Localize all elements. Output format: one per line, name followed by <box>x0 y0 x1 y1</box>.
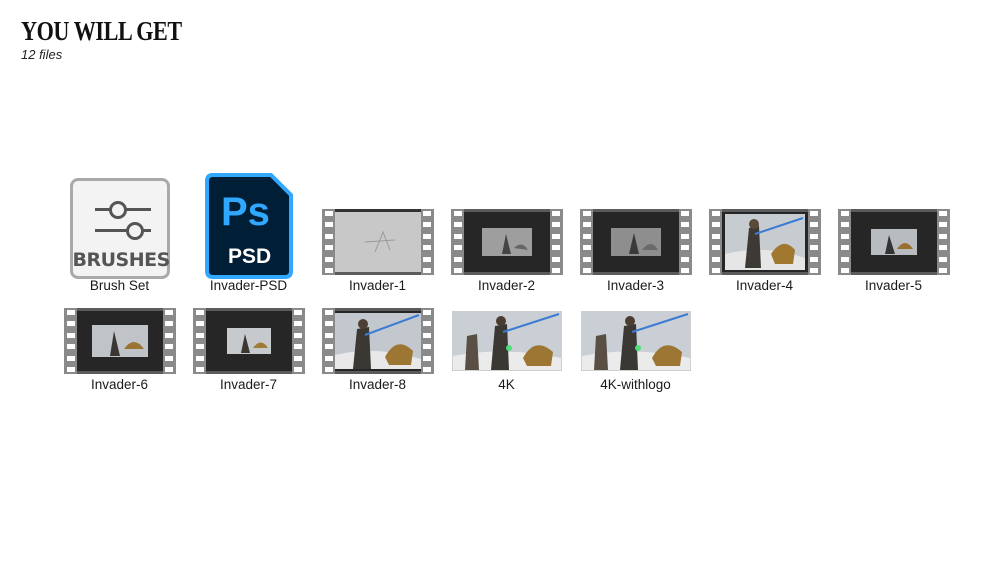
image-file-icon <box>581 312 690 370</box>
photoshop-file-icon: Ps PSD <box>204 173 293 279</box>
file-brush-set[interactable]: BRUSHES Brush Set <box>55 178 184 295</box>
page-subtitle: 12 files <box>21 47 63 62</box>
psd-text: PSD <box>228 245 271 268</box>
video-file-icon <box>321 209 434 275</box>
video-file-icon <box>192 308 305 374</box>
file-invader-7[interactable]: Invader-7 <box>184 298 313 394</box>
file-4k[interactable]: 4K <box>442 298 571 394</box>
file-invader-5[interactable]: Invader-5 <box>829 199 958 295</box>
file-label: Invader-2 <box>477 278 536 293</box>
photoshop-logo-text: Ps <box>221 190 270 234</box>
brush-icon-text: BRUSHES <box>72 249 171 271</box>
file-label: Invader-4 <box>735 278 794 293</box>
file-label: Invader-3 <box>606 278 665 293</box>
file-invader-4[interactable]: Invader-4 <box>700 199 829 295</box>
file-label: Invader-7 <box>219 377 278 392</box>
file-invader-1[interactable]: Invader-1 <box>313 199 442 295</box>
video-file-icon <box>450 209 563 275</box>
file-label: Invader-5 <box>864 278 923 293</box>
page-title: YOU WILL GET <box>21 16 182 46</box>
file-4k-withlogo[interactable]: 4K-withlogo <box>571 298 700 394</box>
file-label: Invader-6 <box>90 377 149 392</box>
file-invader-6[interactable]: Invader-6 <box>55 298 184 394</box>
file-invader-8[interactable]: Invader-8 <box>313 298 442 394</box>
file-label: Brush Set <box>89 278 150 293</box>
file-label: 4K <box>498 377 515 392</box>
video-file-icon <box>837 209 950 275</box>
file-invader-3[interactable]: Invader-3 <box>571 199 700 295</box>
video-file-icon <box>63 308 176 374</box>
file-label: 4K-withlogo <box>600 377 671 392</box>
video-file-icon <box>321 308 434 374</box>
file-label: Invader-PSD <box>209 278 288 293</box>
file-invader-2[interactable]: Invader-2 <box>442 199 571 295</box>
header: YOU WILL GET 12 files <box>21 16 217 63</box>
file-invader-psd[interactable]: Ps PSD Invader-PSD <box>184 173 313 295</box>
video-file-icon <box>708 209 821 275</box>
image-file-icon <box>452 312 561 370</box>
file-label: Invader-1 <box>348 278 407 293</box>
video-file-icon <box>579 209 692 275</box>
file-label: Invader-8 <box>348 377 407 392</box>
brush-set-icon: BRUSHES <box>69 178 171 279</box>
